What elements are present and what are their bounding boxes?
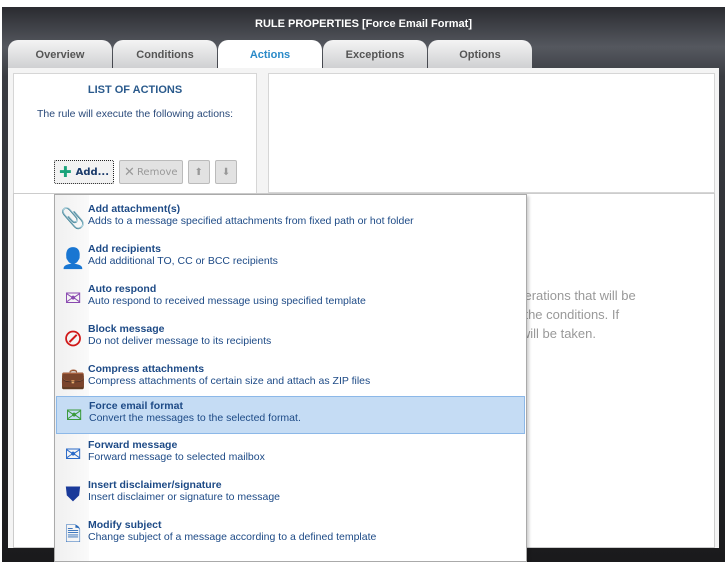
remove-button[interactable]: ✕ Remove (119, 160, 183, 184)
reply-envelope-icon: ✉ (64, 286, 82, 310)
arrow-down-icon: ⬇ (221, 166, 231, 178)
plus-icon: ✚ (59, 163, 72, 181)
tab-options[interactable]: Options (428, 40, 532, 68)
hint-text: operations that will be et the condition… (510, 288, 636, 341)
tab-bar: Overview Conditions Actions Exceptions O… (8, 40, 533, 68)
tab-overview[interactable]: Overview (8, 40, 112, 68)
menu-item-add-recipients[interactable]: 👤 Add recipients Add additional TO, CC or … (56, 240, 525, 278)
paperclip-icon: 📎 (60, 206, 86, 230)
tab-actions[interactable]: Actions (218, 40, 322, 68)
list-description: The rule will execute the following acti… (36, 108, 234, 120)
x-icon: ✕ (124, 164, 135, 180)
window-title: RULE PROPERTIES [Force Email Format] (255, 18, 472, 30)
zip-briefcase-icon: 💼 (60, 366, 86, 390)
arrow-up-icon: ⬆ (194, 166, 203, 178)
document-icon: 🗎 (64, 522, 82, 546)
add-action-menu: 📎 Add attachment(s) Adds to a message spec… (54, 194, 527, 562)
tab-exceptions[interactable]: Exceptions (323, 40, 427, 68)
menu-item-add-attachment[interactable]: 📎 Add attachment(s) Adds to a message spec… (56, 200, 525, 238)
list-heading: LIST OF ACTIONS (87, 84, 183, 96)
action-details-panel (268, 73, 715, 193)
menu-item-insert-disclaimer[interactable]: ⛊ Insert disclaimer/signature Insert discl… (56, 476, 525, 514)
actions-list-panel: LIST OF ACTIONS The rule will execute th… (13, 73, 257, 193)
block-icon: ⊘ (62, 324, 84, 352)
convert-envelope-icon: ✉ (65, 403, 83, 427)
forward-envelope-icon: ✉ (64, 442, 82, 466)
menu-item-compress-attachments[interactable]: 💼 Compress attachments Compress attachment… (56, 360, 525, 398)
menu-item-forward-message[interactable]: ✉ Forward message Forward message to selec… (56, 436, 525, 474)
add-button[interactable]: ✚ Add... (54, 160, 115, 184)
menu-item-block-message[interactable]: ⊘ Block message Do not deliver message to … (56, 320, 525, 358)
tab-conditions[interactable]: Conditions (113, 40, 217, 68)
menu-item-auto-respond[interactable]: ✉ Auto respond Auto respond to received me… (56, 280, 525, 318)
menu-item-force-email-format[interactable]: ✉ Force email format Convert the messages … (56, 396, 525, 434)
move-down-button[interactable]: ⬇ (214, 160, 238, 184)
menu-item-modify-subject[interactable]: 🗎 Modify subject Change subject of a messa… (56, 516, 525, 554)
stamp-icon: ⛊ (65, 482, 81, 506)
move-up-button[interactable]: ⬆ (187, 160, 210, 184)
add-user-icon: 👤 (60, 246, 86, 270)
